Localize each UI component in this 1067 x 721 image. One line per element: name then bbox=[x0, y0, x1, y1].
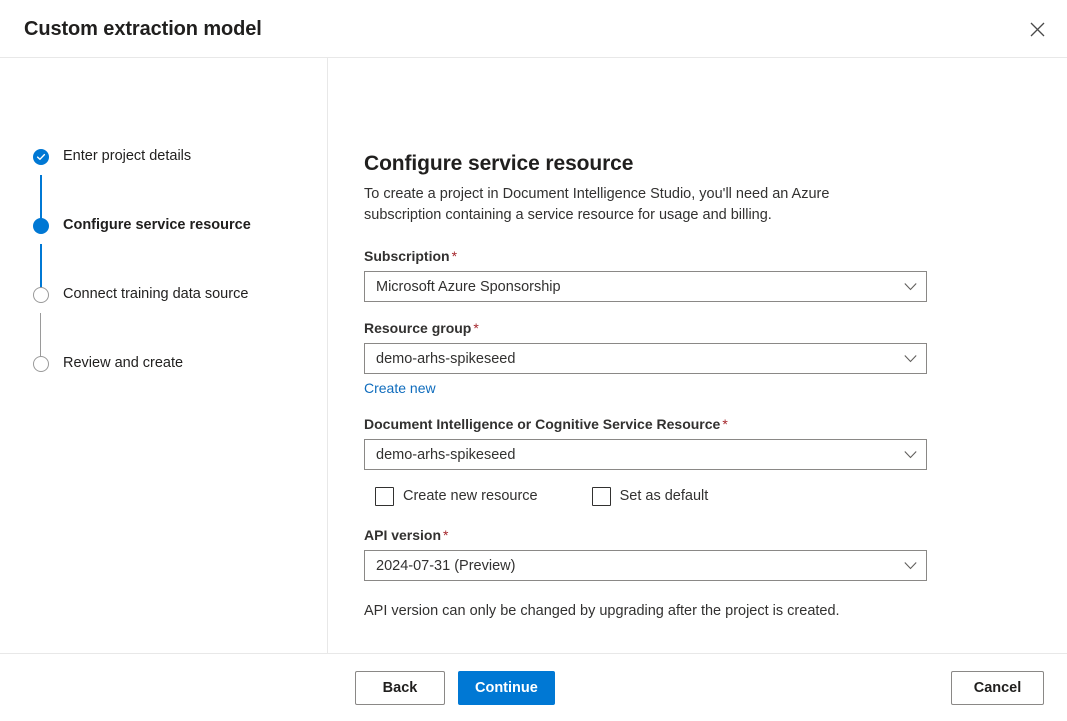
close-icon bbox=[1030, 22, 1045, 37]
chevron-down-icon bbox=[904, 282, 917, 291]
checkbox-icon bbox=[591, 486, 611, 506]
step-marker-current bbox=[33, 215, 49, 236]
required-indicator: * bbox=[722, 416, 728, 432]
create-new-resource-group-link[interactable]: Create new bbox=[364, 379, 436, 398]
continue-button[interactable]: Continue bbox=[458, 670, 555, 705]
resource-group-select[interactable]: demo-arhs-spikeseed bbox=[364, 343, 927, 374]
chevron-down-icon bbox=[904, 450, 917, 459]
section-description: To create a project in Document Intellig… bbox=[364, 186, 830, 223]
subscription-select[interactable]: Microsoft Azure Sponsorship bbox=[364, 271, 927, 302]
api-version-label-text: API version bbox=[364, 527, 442, 543]
step-label: Connect training data source bbox=[63, 286, 249, 302]
sidebar-item-configure-service-resource[interactable]: Configure service resource bbox=[0, 215, 327, 284]
chevron-down-icon bbox=[904, 561, 917, 570]
custom-extraction-model-dialog: Custom extraction model Enter project de… bbox=[0, 0, 1067, 721]
api-version-select[interactable]: 2024-07-31 (Preview) bbox=[364, 550, 927, 581]
resource-group-label: Resource group * bbox=[364, 318, 1067, 338]
api-version-note: API version can only be changed by upgra… bbox=[364, 603, 840, 619]
create-new-resource-checkbox[interactable]: Create new resource bbox=[375, 486, 538, 506]
subscription-selected-value: Microsoft Azure Sponsorship bbox=[376, 278, 561, 295]
service-resource-selected-value: demo-arhs-spikeseed bbox=[376, 446, 516, 463]
dialog-footer: Back Continue Cancel bbox=[0, 653, 1067, 721]
create-new-resource-label: Create new resource bbox=[403, 488, 538, 504]
field-api-version: API version * 2024-07-31 (Preview) bbox=[364, 525, 1067, 581]
api-version-selected-value: 2024-07-31 (Preview) bbox=[376, 557, 516, 574]
empty-circle-icon bbox=[33, 286, 49, 303]
dialog-header: Custom extraction model bbox=[0, 0, 1067, 58]
field-resource-group: Resource group * demo-arhs-spikeseed Crea… bbox=[364, 318, 1067, 398]
sidebar-item-review-and-create[interactable]: Review and create bbox=[0, 353, 327, 374]
step-marker-todo bbox=[33, 353, 49, 374]
page-title: Custom extraction model bbox=[24, 17, 262, 40]
empty-circle-icon bbox=[33, 355, 49, 372]
wizard-stepper: Enter project details Configure service … bbox=[0, 58, 328, 653]
api-version-label: API version * bbox=[364, 525, 1067, 545]
sidebar-item-enter-project-details[interactable]: Enter project details bbox=[0, 146, 327, 215]
chevron-down-icon bbox=[904, 354, 917, 363]
cancel-button[interactable]: Cancel bbox=[951, 670, 1044, 705]
service-resource-label-text: Document Intelligence or Cognitive Servi… bbox=[364, 416, 721, 432]
step-label: Configure service resource bbox=[63, 217, 251, 233]
main-content: Configure service resource To create a p… bbox=[328, 58, 1067, 653]
section-title: Configure service resource bbox=[364, 152, 634, 175]
set-as-default-label: Set as default bbox=[619, 488, 709, 504]
step-label: Review and create bbox=[63, 355, 184, 371]
resource-group-selected-value: demo-arhs-spikeseed bbox=[376, 350, 516, 367]
field-subscription: Subscription * Microsoft Azure Sponsorshi… bbox=[364, 246, 1067, 302]
required-indicator: * bbox=[473, 320, 479, 336]
required-indicator: * bbox=[443, 527, 449, 543]
step-marker-todo bbox=[33, 284, 49, 305]
subscription-label-text: Subscription bbox=[364, 248, 450, 264]
service-resource-select[interactable]: demo-arhs-spikeseed bbox=[364, 439, 927, 470]
check-circle-icon bbox=[33, 148, 49, 165]
sidebar-item-connect-training-data-source[interactable]: Connect training data source bbox=[0, 284, 327, 353]
step-label: Enter project details bbox=[63, 148, 192, 164]
subscription-label: Subscription * bbox=[364, 246, 1067, 266]
set-as-default-checkbox[interactable]: Set as default bbox=[591, 486, 709, 506]
checkbox-icon bbox=[375, 486, 394, 506]
dialog-body: Enter project details Configure service … bbox=[0, 58, 1067, 653]
filled-circle-icon bbox=[33, 217, 49, 234]
resource-group-label-text: Resource group bbox=[364, 320, 472, 336]
resource-options-row: Create new resource Set as default bbox=[375, 486, 1067, 506]
close-button[interactable] bbox=[1021, 13, 1053, 45]
back-button[interactable]: Back bbox=[355, 670, 445, 705]
service-resource-label: Document Intelligence or Cognitive Servi… bbox=[364, 414, 1067, 434]
field-service-resource: Document Intelligence or Cognitive Servi… bbox=[364, 414, 1067, 470]
step-marker-done bbox=[33, 146, 49, 167]
required-indicator: * bbox=[451, 248, 458, 264]
